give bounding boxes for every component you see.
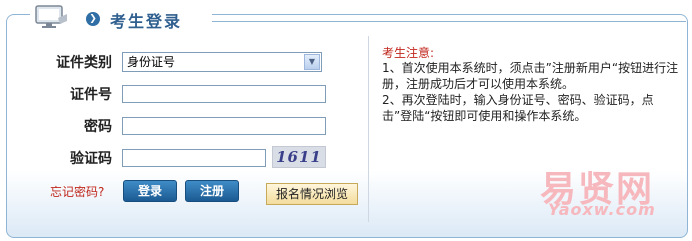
password-label: 密码 — [84, 119, 112, 135]
id-number-label: 证件号 — [70, 87, 112, 103]
arrow-circle-icon: ❯ — [86, 12, 100, 26]
browse-registration-button[interactable]: 报名情况浏览 — [266, 183, 358, 205]
password-input[interactable] — [122, 117, 326, 135]
id-type-select[interactable]: 身份证号 ▼ — [122, 52, 322, 72]
monitor-icon — [35, 5, 67, 28]
captcha-input[interactable] — [122, 149, 266, 167]
login-button[interactable]: 登录 — [123, 180, 177, 202]
watermark-url: Yaoxw.com — [548, 200, 656, 219]
id-type-value: 身份证号 — [127, 55, 176, 69]
captcha-label: 验证码 — [70, 151, 112, 167]
page-title: 考生登录 — [110, 12, 183, 31]
notice-text: 1、首次使用本系统时，须点击”注册新用户“按钮进行注册，注册成功后才可以使用本系… — [382, 60, 680, 124]
notice-line-2: 2、再次登陆时，输入身份证号、密码、验证码，点击”登陆“按钮即可使用和操作本系统… — [382, 93, 654, 123]
id-type-label: 证件类别 — [56, 55, 112, 71]
header-line — [210, 21, 686, 22]
notice-title: 考生注意: — [382, 46, 435, 60]
notice-line-1: 1、首次使用本系统时，须点击”注册新用户“按钮进行注册，注册成功后才可以使用本系… — [382, 61, 679, 91]
register-button[interactable]: 注册 — [185, 180, 239, 202]
forgot-password-link[interactable]: 忘记密码? — [50, 183, 104, 200]
divider — [368, 36, 369, 222]
captcha-image[interactable]: 1611 — [272, 146, 326, 168]
dropdown-arrow-icon[interactable]: ▼ — [304, 54, 320, 70]
id-number-input[interactable] — [122, 85, 326, 103]
